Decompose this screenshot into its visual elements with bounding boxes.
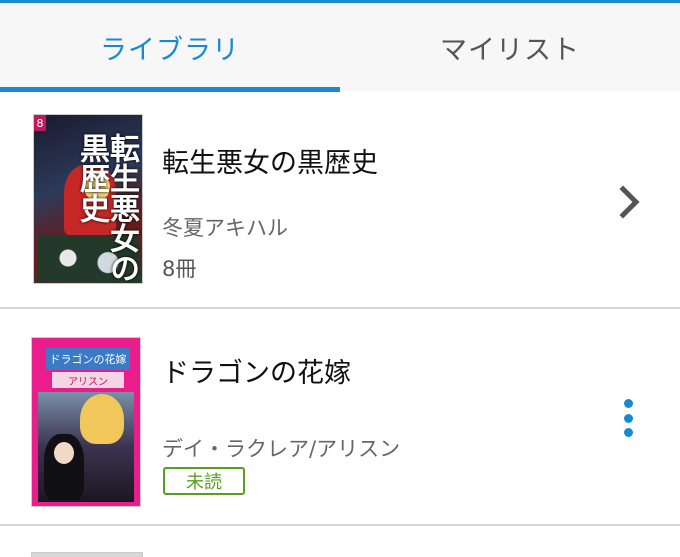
kebab-dot bbox=[623, 399, 633, 408]
kebab-dot bbox=[623, 413, 633, 423]
book-title: 転生悪女の黒歴史 bbox=[162, 148, 378, 179]
book-cover bbox=[31, 552, 143, 557]
more-vertical-icon[interactable] bbox=[612, 395, 644, 441]
book-author: デイ・ラクレア/アリスン bbox=[162, 437, 401, 461]
cover-volume-badge: 8 bbox=[34, 115, 46, 131]
cover-figure-hair bbox=[80, 394, 124, 444]
cover-title: 転生悪女の黒歴史 bbox=[74, 133, 139, 283]
book-cover: 8 転生悪女の黒歴史 bbox=[33, 114, 143, 284]
cover-title: ドラゴンの花嫁 bbox=[46, 348, 130, 370]
kebab-dot bbox=[623, 428, 633, 437]
list-item[interactable] bbox=[0, 526, 680, 557]
tab-mylist[interactable]: マイリスト bbox=[340, 3, 680, 91]
list-item[interactable]: ドラゴンの花嫁 アリスン ドラゴンの花嫁 デイ・ラクレア/アリスン 未読 bbox=[0, 309, 680, 524]
book-cover: ドラゴンの花嫁 アリスン bbox=[31, 337, 141, 507]
unread-badge: 未読 bbox=[163, 467, 245, 495]
book-title: ドラゴンの花嫁 bbox=[162, 358, 351, 389]
cover-author: アリスン bbox=[52, 372, 124, 388]
chevron-right-icon[interactable] bbox=[614, 182, 644, 222]
volume-count: 8冊 bbox=[162, 257, 197, 281]
list-item[interactable]: 8 転生悪女の黒歴史 転生悪女の黒歴史 冬夏アキハル 8冊 bbox=[0, 92, 680, 308]
book-author: 冬夏アキハル bbox=[162, 216, 288, 240]
cover-figure-face bbox=[54, 442, 74, 464]
tab-bar: ライブラリ マイリスト bbox=[0, 3, 680, 92]
tab-library[interactable]: ライブラリ bbox=[0, 3, 340, 91]
